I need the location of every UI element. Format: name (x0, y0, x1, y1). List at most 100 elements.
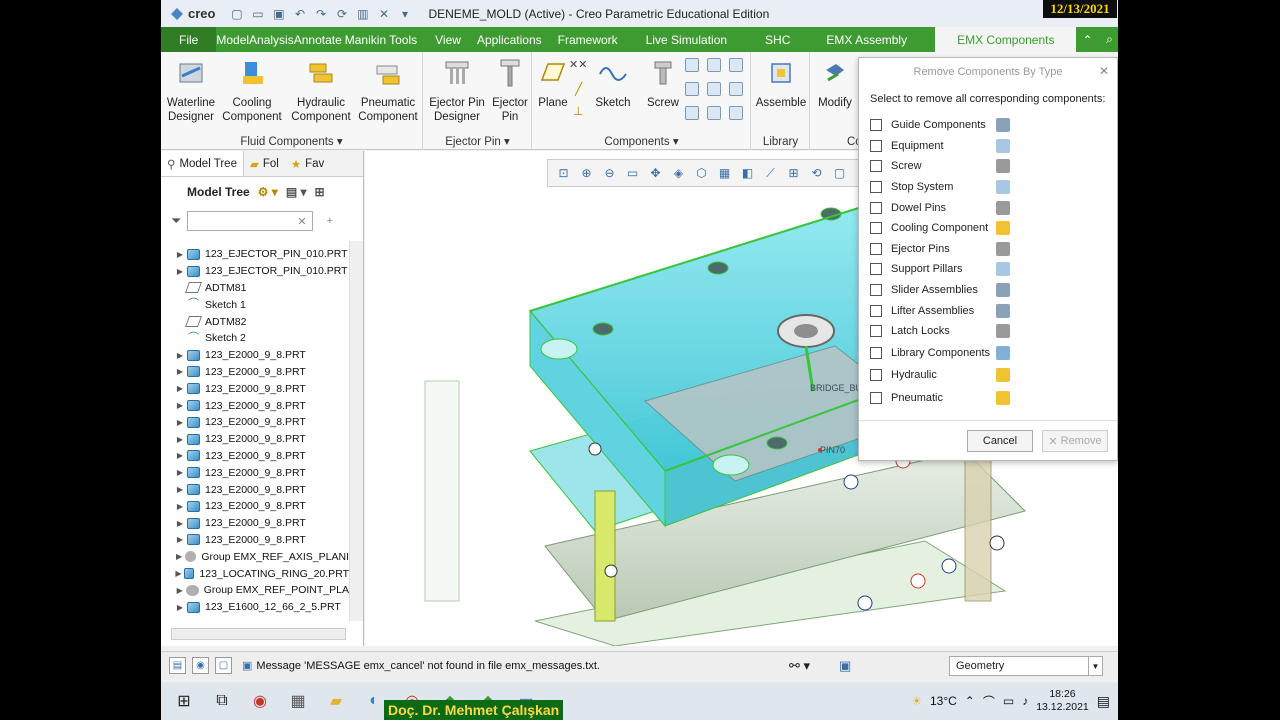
tab-applications[interactable]: Applications (469, 27, 550, 52)
expand-arrow-icon[interactable]: ▶ (173, 603, 187, 612)
tree-horizontal-scrollbar[interactable] (171, 628, 346, 640)
expand-arrow-icon[interactable]: ▶ (173, 367, 187, 376)
tab-file[interactable]: File (161, 27, 217, 52)
expand-arrow-icon[interactable]: ▶ (173, 384, 187, 393)
expand-arrow-icon[interactable]: ▶ (173, 267, 187, 276)
saved-orientations-icon[interactable]: ⬡ (692, 164, 711, 183)
component-type-row[interactable]: Stop System (859, 177, 1117, 198)
expand-arrow-icon[interactable]: ▶ (173, 435, 187, 444)
file-explorer-icon[interactable]: ▰ (321, 686, 351, 716)
type-checkbox[interactable] (870, 304, 882, 317)
expand-arrow-icon[interactable]: ▶ (173, 250, 187, 259)
type-checkbox[interactable] (870, 369, 882, 382)
waterline-designer-button[interactable]: Waterline Designer (165, 56, 217, 124)
tree-filter-options-icon[interactable]: ⊞ (315, 185, 325, 199)
library-comp-icon[interactable] (729, 106, 743, 120)
component-type-row[interactable]: Ejector Pins (859, 239, 1117, 260)
assemble-button[interactable]: Assemble (754, 56, 808, 110)
screw-button[interactable]: Screw (645, 56, 681, 110)
type-checkbox[interactable] (870, 119, 882, 132)
tab-emx-assembly[interactable]: EMX Assembly (808, 27, 925, 52)
guide-icon[interactable] (685, 106, 699, 120)
component-type-row[interactable]: Hydraulic (859, 364, 1117, 387)
tree-item[interactable]: ▶ 123_E2000_9_8.PRT (161, 515, 349, 532)
axis-icon[interactable]: ✕✕ (569, 58, 587, 71)
weather-icon[interactable]: ☀ (911, 694, 922, 708)
media-player-icon[interactable]: ◉ (245, 686, 275, 716)
type-checkbox[interactable] (870, 181, 882, 194)
tree-item[interactable]: ⌒ Sketch 2 (161, 330, 349, 347)
fluid-group-label[interactable]: Fluid Components ▾ (161, 134, 422, 148)
tree-item[interactable]: ▶ 123_E2000_9_8.PRT (161, 448, 349, 465)
tab-live-simulation[interactable]: Live Simulation (626, 27, 747, 52)
datum-display-icon[interactable]: ⟋ (761, 164, 780, 183)
tree-item[interactable]: ▶ 123_EJECTOR_PIN_010.PRT (161, 263, 349, 280)
tab-tools[interactable]: Tools (389, 27, 427, 52)
csys-icon[interactable]: ⊥ (573, 104, 583, 118)
tab-manikin[interactable]: Manikin (342, 27, 389, 52)
tab-model-tree[interactable]: ⚲ Model Tree (161, 151, 244, 176)
tree-item[interactable]: ⌒ Sketch 1 (161, 296, 349, 313)
plane-button[interactable]: Plane (535, 56, 571, 110)
close-window-icon[interactable]: ✕ (376, 6, 391, 21)
clear-search-icon[interactable]: ✕ (297, 215, 306, 228)
task-view-icon[interactable]: ⧉ (207, 686, 237, 716)
selection-icon[interactable]: ▣ (839, 658, 851, 674)
volume-icon[interactable]: ♪ (1022, 694, 1028, 708)
type-checkbox[interactable] (870, 392, 882, 405)
expand-arrow-icon[interactable]: ▶ (173, 502, 187, 511)
tree-item[interactable]: ▶ 123_E2000_9_8.PRT (161, 431, 349, 448)
windows-icon[interactable]: ▥ (355, 6, 370, 21)
pneumatic-component-button[interactable]: Pneumatic Component (355, 56, 421, 124)
tab-folder-browser[interactable]: ▰ Fol (244, 151, 285, 176)
component-type-row[interactable]: Screw (859, 156, 1117, 177)
sketch-button[interactable]: Sketch (595, 56, 631, 110)
expand-arrow-icon[interactable]: ▶ (173, 351, 187, 360)
tree-item[interactable]: ▶ 123_E2000_9_8.PRT (161, 414, 349, 431)
tree-item[interactable]: ▶ 123_E2000_9_8.PRT (161, 397, 349, 414)
expand-arrow-icon[interactable]: ▶ (173, 485, 187, 494)
tree-item[interactable]: ▶ 123_E2000_9_8.PRT (161, 464, 349, 481)
network-icon[interactable]: ⌒ (983, 693, 995, 710)
tree-item[interactable]: ▶ 123_E2000_9_8.PRT (161, 364, 349, 381)
tree-item[interactable]: ▶ Group EMX_REF_POINT_PLA (161, 582, 349, 599)
search-input[interactable] (187, 211, 314, 231)
spin-icon[interactable]: ⟲ (807, 164, 826, 183)
search-icon[interactable]: ⌕ (1098, 27, 1118, 52)
cancel-button[interactable]: Cancel (967, 430, 1033, 452)
view-manager-icon[interactable]: ▦ (715, 164, 734, 183)
component-type-row[interactable]: Cooling Component (859, 218, 1117, 239)
component-type-row[interactable]: Support Pillars (859, 259, 1117, 280)
toggle-navigator-icon[interactable]: ▤ (169, 657, 186, 674)
collapse-ribbon-icon[interactable]: ⌃ (1076, 27, 1098, 52)
clock[interactable]: 18:26 13.12.2021 (1036, 688, 1089, 714)
tab-favorites[interactable]: ★ Fav (285, 151, 330, 176)
repaint-icon[interactable]: ▭ (623, 164, 642, 183)
browser-icon[interactable]: ◉ (192, 657, 209, 674)
tab-shc[interactable]: SHC (747, 27, 808, 52)
spin-center-icon[interactable]: ✥ (646, 164, 665, 183)
expand-arrow-icon[interactable]: ▶ (173, 552, 185, 561)
tree-item[interactable]: ▶ 123_E2000_9_8.PRT (161, 498, 349, 515)
notifications-icon[interactable]: ▤ (1097, 693, 1110, 710)
lifter-icon[interactable] (729, 82, 743, 96)
tab-view[interactable]: View (427, 27, 469, 52)
customize-dropdown-icon[interactable]: ▾ (397, 6, 412, 21)
component-type-row[interactable]: Dowel Pins (859, 197, 1117, 218)
expand-arrow-icon[interactable]: ▶ (173, 468, 187, 477)
display-style-icon[interactable]: ◈ (669, 164, 688, 183)
support-pillar-icon[interactable] (685, 82, 699, 96)
perspective-icon[interactable]: ◧ (738, 164, 757, 183)
component-type-row[interactable]: Latch Locks (859, 321, 1117, 342)
component-type-row[interactable]: Library Components (859, 342, 1117, 365)
type-checkbox[interactable] (870, 201, 882, 214)
tree-item[interactable]: ▶ Group EMX_REF_AXIS_PLANI (161, 548, 349, 565)
dialog-close-icon[interactable]: ✕ (1099, 64, 1109, 78)
expand-arrow-icon[interactable]: ▶ (173, 418, 187, 427)
tree-item[interactable]: ▶ 123_E2000_9_8.PRT (161, 347, 349, 364)
point-icon[interactable]: ╱ (575, 82, 582, 96)
ejector-group-label[interactable]: Ejector Pin ▾ (424, 134, 531, 148)
type-checkbox[interactable] (870, 160, 882, 173)
tree-item[interactable]: ▶ 123_E2000_9_8.PRT (161, 481, 349, 498)
component-type-row[interactable]: Slider Assemblies (859, 280, 1117, 301)
